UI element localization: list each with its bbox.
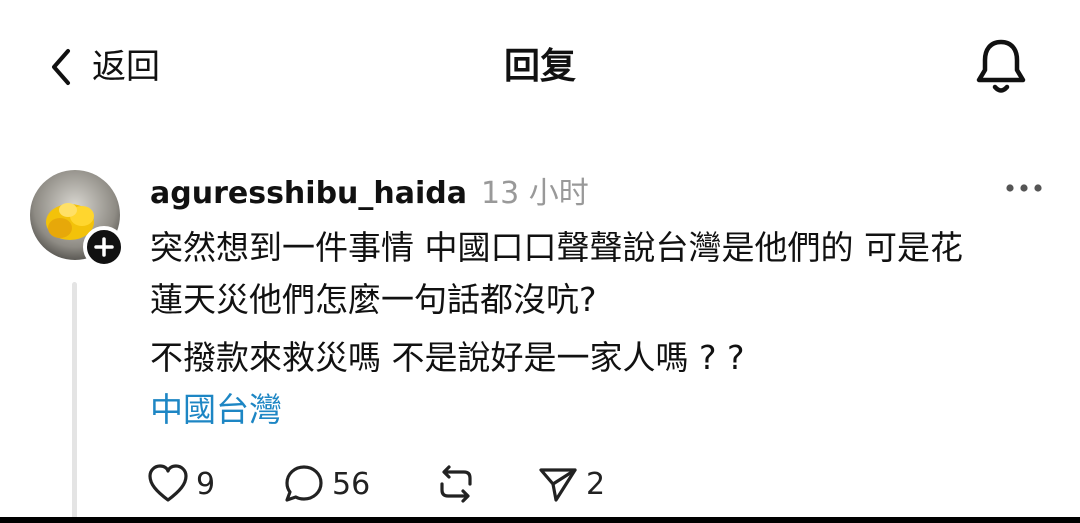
comment-count: 56 xyxy=(332,466,371,502)
repost-icon xyxy=(440,465,472,503)
repost-button[interactable] xyxy=(434,458,478,510)
post-text-line-3: 不撥款來救災嗎 不是說好是一家人嗎 ? ? xyxy=(150,338,745,377)
more-horizontal-icon[interactable] xyxy=(1004,178,1044,198)
page-title: 回复 xyxy=(503,46,576,87)
post-body: 突然想到一件事情 中國口口聲聲說台灣是他們的 可是花 蓮天災他們怎麼一句話都沒吭… xyxy=(150,222,1050,384)
post-meta: aguresshibu_haida 13 小时 xyxy=(150,168,589,211)
topic-tag[interactable]: 中國台灣 xyxy=(150,388,282,432)
like-button[interactable]: 9 xyxy=(146,458,215,510)
username[interactable]: aguresshibu_haida xyxy=(150,176,467,211)
heart-icon xyxy=(148,464,188,502)
bottom-edge xyxy=(0,517,1080,523)
post-time: 13 小时 xyxy=(481,176,589,211)
post-text-line-1: 突然想到一件事情 中國口口聲聲說台灣是他們的 可是花 xyxy=(150,228,963,267)
bell-icon[interactable] xyxy=(970,36,1032,98)
post-text-line-2: 蓮天災他們怎麼一句話都沒吭? xyxy=(150,280,597,319)
like-count: 9 xyxy=(196,466,216,502)
plus-icon xyxy=(94,237,114,257)
follow-plus-button[interactable] xyxy=(83,226,125,268)
send-button[interactable]: 2 xyxy=(536,458,605,510)
thread-line xyxy=(72,282,77,523)
top-nav: 返回 回复 xyxy=(0,0,1080,130)
send-icon xyxy=(539,468,577,502)
comment-icon xyxy=(285,465,323,502)
share-count: 2 xyxy=(586,466,606,502)
comment-button[interactable]: 56 xyxy=(282,458,370,510)
